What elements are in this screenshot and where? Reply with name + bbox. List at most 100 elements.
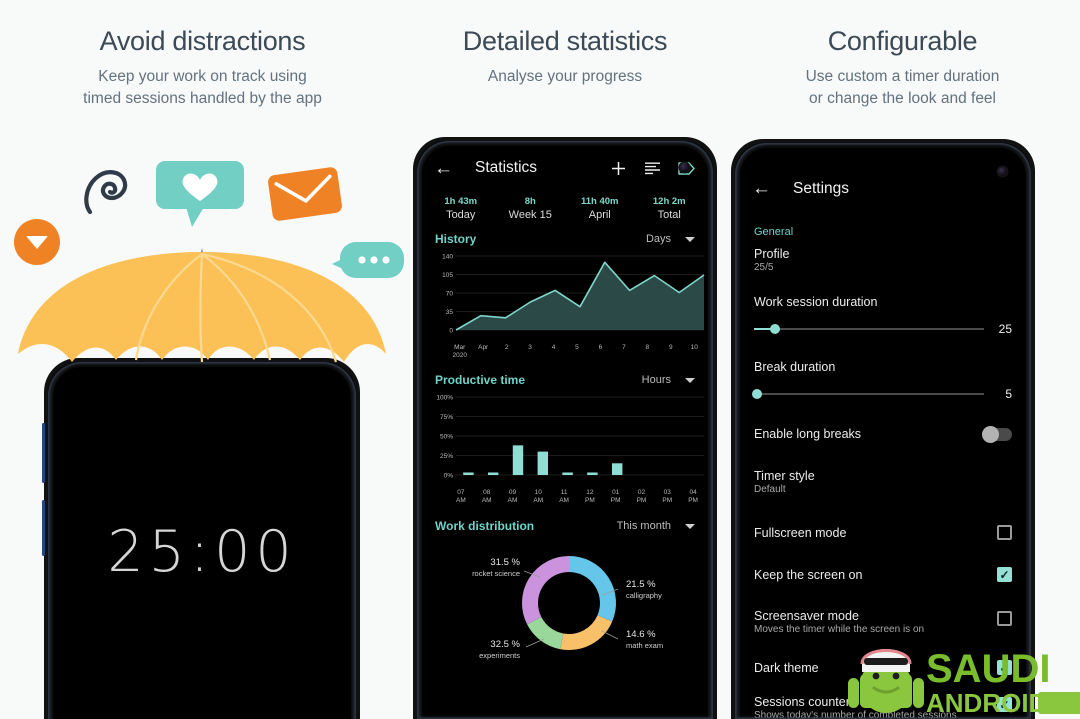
slider-track[interactable] — [752, 389, 984, 399]
donut-label-text: experiments — [479, 651, 520, 660]
page-title: Settings — [793, 180, 850, 197]
history-section-header: History Days — [422, 225, 708, 250]
watermark-line2: ANDROID — [926, 688, 1047, 718]
setting-row-fullscreen-mode[interactable]: Fullscreen mode — [754, 525, 1012, 540]
chevron-down-icon — [685, 523, 695, 529]
break-duration-slider[interactable]: 5 — [752, 387, 1012, 401]
donut-label-text: math exam — [626, 641, 664, 650]
volume-down-button[interactable] — [42, 500, 45, 556]
productive-x-label: 11 AM — [559, 489, 569, 504]
history-x-label: 10 — [690, 344, 698, 351]
svg-text:0%: 0% — [444, 472, 454, 479]
svg-text:70: 70 — [446, 290, 454, 297]
panel-3-subtitle: Use custom a timer duration or change th… — [725, 66, 1080, 110]
setting-row-keep-screen-on[interactable]: Keep the screen on — [754, 567, 1012, 582]
svg-text:100%: 100% — [436, 394, 453, 401]
history-range-selector[interactable]: Days — [646, 233, 695, 245]
donut-value: 32.5 % — [490, 639, 520, 650]
productive-x-label: 10 AM — [533, 489, 544, 504]
phone-mockup-statistics: ← Statistics 1h 43m Today 8h Week 15 11h… — [413, 137, 717, 719]
donut-value: 14.6 % — [626, 629, 656, 640]
history-x-label: 3 — [528, 344, 532, 351]
history-x-axis: Mar 2020 Apr 2 3 4 5 6 7 8 9 10 — [422, 344, 708, 359]
svg-text:105: 105 — [442, 272, 453, 279]
productive-range-label: Hours — [641, 374, 671, 386]
sort-icon[interactable] — [642, 158, 662, 178]
history-x-label: Apr — [478, 344, 489, 351]
donut-value: 31.5 % — [490, 557, 520, 568]
distribution-range-selector[interactable]: This month — [617, 520, 695, 532]
chevron-down-icon — [685, 377, 695, 383]
panel-configurable: Configurable Use custom a timer duration… — [725, 0, 1080, 719]
panel-2-subtitle: Analyse your progress — [487, 68, 643, 85]
history-x-label: 2 — [504, 344, 509, 351]
summary-cell-month: 11h 40m April — [565, 196, 635, 221]
panel-3-header: Configurable Use custom a timer duration… — [725, 0, 1080, 110]
productive-x-axis: 07 AM 08 AM 09 AM 10 AM 11 AM 12 PM 01 PM 02 PM 03 PM 04 PM — [422, 489, 708, 504]
setting-row-timer-style[interactable]: Timer style Default — [754, 469, 1012, 495]
paperclip-icon — [84, 170, 128, 215]
fullscreen-checkbox[interactable] — [997, 525, 1012, 540]
settings-category-general: General — [754, 226, 794, 238]
setting-row-break-duration[interactable]: Break duration 5 — [752, 360, 1012, 401]
summary-cell-today: 1h 43m Today — [426, 196, 496, 221]
setting-title: Profile — [754, 247, 790, 261]
distribution-section-header: Work distribution This month — [422, 512, 708, 537]
history-x-label: 4 — [551, 344, 556, 351]
donut-callout-experiments: 32.5 % experiments — [436, 639, 520, 661]
productive-x-label: 03 PM — [662, 489, 673, 504]
summary-label: Total — [657, 209, 681, 221]
setting-title: Timer style — [754, 469, 815, 483]
work-duration-slider[interactable]: 25 — [754, 322, 1012, 336]
back-button[interactable]: ← — [434, 159, 453, 178]
timer-screen[interactable]: 25:00 — [53, 367, 351, 719]
slider-knob[interactable] — [769, 324, 780, 334]
history-x-label: 6 — [598, 344, 603, 351]
setting-title: Dark theme — [754, 660, 819, 675]
history-x-label: 8 — [645, 344, 650, 351]
slider-track[interactable] — [754, 324, 984, 334]
keep-screen-on-checkbox[interactable] — [997, 567, 1012, 582]
settings-app-bar: ← Settings — [740, 148, 1026, 206]
productive-x-label: 02 PM — [636, 489, 647, 504]
productive-x-label: 08 AM — [481, 489, 492, 504]
toggle-thumb — [982, 425, 999, 443]
productive-bar-chart: 100% 75% 50% 25% 0% — [436, 394, 704, 479]
distribution-donut: 31.5 % rocket science 21.5 % calligraphy… — [422, 543, 708, 661]
summary-label: Week 15 — [508, 209, 552, 221]
svg-text:75%: 75% — [440, 414, 453, 421]
setting-row-profile[interactable]: Profile 25/5 — [754, 247, 1012, 273]
summary-value: 11h 40m — [581, 196, 619, 207]
history-range-label: Days — [645, 233, 671, 245]
android-mascot-icon — [848, 649, 924, 713]
productive-x-label: 04 PM — [688, 489, 698, 504]
phone-mockup-timer: 25:00 — [44, 358, 360, 719]
svg-text:0: 0 — [449, 327, 453, 334]
history-x-label: Mar 2020 — [452, 344, 467, 359]
long-breaks-toggle[interactable] — [982, 425, 1012, 443]
summary-row: 1h 43m Today 8h Week 15 11h 40m April 12… — [422, 190, 708, 225]
donut-label-text: calligraphy — [626, 591, 662, 600]
history-x-label: 5 — [575, 344, 579, 351]
distribution-range-label: This month — [616, 520, 671, 532]
summary-label: Today — [446, 209, 476, 221]
setting-title: Screensaver mode — [754, 609, 859, 623]
setting-title: Work session duration — [754, 295, 878, 309]
feature-panels: Avoid distractions Keep your work on tra… — [0, 0, 1080, 719]
setting-row-enable-long-breaks[interactable]: Enable long breaks — [754, 425, 1012, 443]
back-button[interactable]: ← — [752, 179, 771, 198]
distribution-title: Work distribution — [435, 519, 535, 533]
setting-title: Keep the screen on — [754, 567, 863, 582]
setting-row-work-session-duration[interactable]: Work session duration 25 — [754, 295, 1012, 336]
front-camera-icon — [998, 167, 1007, 176]
slider-knob[interactable] — [752, 389, 762, 399]
summary-cell-week: 8h Week 15 — [496, 196, 566, 221]
svg-text:25%: 25% — [440, 453, 453, 460]
volume-up-button[interactable] — [42, 423, 45, 483]
productive-x-label: 01 PM — [610, 489, 621, 504]
add-icon[interactable] — [608, 158, 628, 178]
productive-range-selector[interactable]: Hours — [642, 374, 695, 386]
timer-display: 25:00 — [107, 519, 297, 585]
svg-text:140: 140 — [442, 253, 453, 260]
saudi-android-watermark: SAUDI ANDROID — [848, 647, 1080, 718]
